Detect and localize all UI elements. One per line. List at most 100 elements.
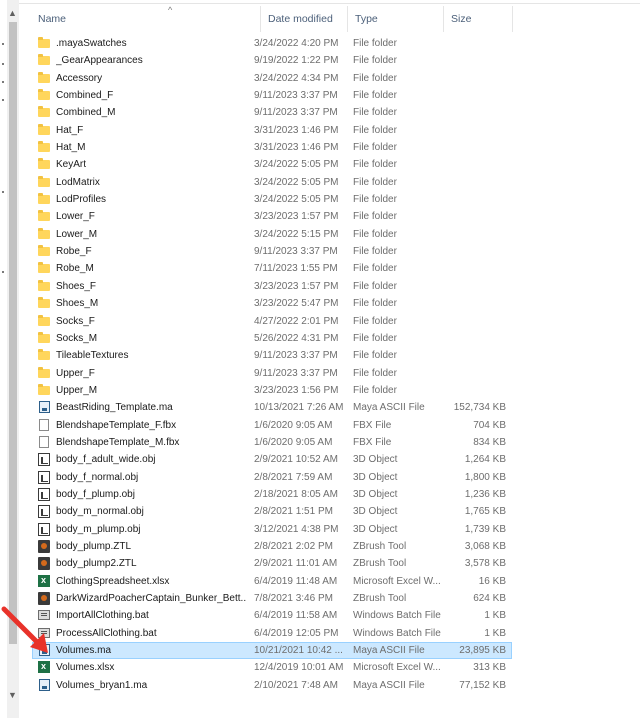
file-row[interactable]: KeyArt 3/24/2022 5:05 PM File folder	[32, 156, 512, 173]
file-row[interactable]: Combined_F 9/11/2023 3:37 PM File folder	[32, 87, 512, 104]
file-type: File folder	[353, 194, 397, 206]
file-row[interactable]: LodMatrix 3/24/2022 5:05 PM File folder	[32, 174, 512, 191]
file-type: 3D Object	[353, 454, 398, 466]
file-row[interactable]: body_f_adult_wide.obj 2/9/2021 10:52 AM 3D…	[32, 451, 512, 468]
folder-icon	[38, 158, 52, 171]
file-row[interactable]: ClothingSpreadsheet.xlsx 6/4/2019 11:48 A…	[32, 573, 512, 590]
file-row[interactable]: Upper_M 3/23/2023 1:56 PM File folder	[32, 382, 512, 399]
file-name: Accessory	[56, 72, 103, 84]
file-row[interactable]: body_m_normal.obj 2/8/2021 1:51 PM 3D Obje…	[32, 503, 512, 520]
column-header-name[interactable]: Name ^	[32, 5, 261, 32]
folder-icon	[38, 37, 52, 50]
zbrush-file-icon	[38, 557, 52, 571]
column-header-date-modified[interactable]: Date modified	[262, 6, 348, 32]
file-type: File folder	[353, 124, 397, 136]
file-type: ZBrush Tool	[353, 540, 407, 552]
file-type: 3D Object	[353, 471, 398, 483]
folder-icon	[38, 331, 52, 345]
column-header-type-label: Type	[355, 13, 378, 25]
file-date-modified: 4/27/2022 2:01 PM	[254, 315, 339, 327]
file-date-modified: 12/4/2019 10:01 AM	[254, 662, 344, 674]
file-row[interactable]: BeastRiding_Template.ma 10/13/2021 7:26 A…	[32, 399, 512, 416]
column-header-date-label: Date modified	[268, 13, 333, 25]
header-top-border	[19, 3, 640, 4]
3d-object-icon	[38, 522, 52, 536]
file-row[interactable]: body_plump2.ZTL 2/9/2021 11:01 AM ZBrush T…	[32, 555, 512, 572]
file-row[interactable]: body_m_plump.obj 3/12/2021 4:38 PM 3D Obje…	[32, 521, 512, 538]
file-row[interactable]: TileableTextures 9/11/2023 3:37 PM File fo…	[32, 347, 512, 364]
file-row[interactable]: Accessory 3/24/2022 4:34 PM File folder	[32, 70, 512, 87]
file-row[interactable]: ProcessAllClothing.bat 6/4/2019 12:05 PM W…	[32, 625, 512, 642]
column-header-size[interactable]: Size	[445, 6, 513, 32]
file-row[interactable]: Volumes.xlsx 12/4/2019 10:01 AM Microsoft …	[32, 659, 512, 676]
file-row[interactable]: Volumes.ma 10/21/2021 10:42 ... Maya ASCII…	[32, 642, 512, 660]
file-row[interactable]: Robe_F 9/11/2023 3:37 PM File folder	[32, 243, 512, 260]
file-row[interactable]: _GearAppearances 9/19/2022 1:22 PM File fo…	[32, 52, 512, 69]
file-size: 834 KB	[473, 436, 506, 448]
file-date-modified: 3/24/2022 5:05 PM	[254, 194, 339, 206]
file-row[interactable]: Volumes_bryan1.ma 2/10/2021 7:48 AM Maya A…	[32, 677, 512, 694]
file-row[interactable]: Upper_F 9/11/2023 3:37 PM File folder	[32, 365, 512, 382]
file-date-modified: 6/4/2019 11:48 AM	[254, 575, 338, 587]
file-size: 624 KB	[473, 593, 506, 604]
fbx-file-icon	[38, 418, 52, 432]
file-row[interactable]: Lower_M 3/24/2022 5:15 PM File folder	[32, 226, 512, 243]
file-type: File folder	[353, 55, 397, 67]
folder-icon	[38, 71, 52, 85]
file-date-modified: 2/18/2021 8:05 AM	[254, 488, 338, 500]
file-date-modified: 3/31/2023 1:46 PM	[254, 124, 339, 136]
file-type: Windows Batch File	[353, 627, 441, 639]
file-date-modified: 3/23/2023 1:57 PM	[254, 280, 339, 292]
folder-icon	[38, 193, 52, 206]
file-type: File folder	[353, 90, 397, 102]
file-name: body_f_normal.obj	[56, 471, 139, 483]
file-row[interactable]: body_f_plump.obj 2/18/2021 8:05 AM 3D Obje…	[32, 486, 512, 503]
file-size: 3,578 KB	[464, 558, 506, 570]
file-row[interactable]: ImportAllClothing.bat 6/4/2019 11:58 AM Wi…	[32, 607, 512, 624]
column-header-type[interactable]: Type	[349, 6, 444, 32]
file-date-modified: 5/26/2022 4:31 PM	[254, 332, 339, 344]
file-row[interactable]: BlendshapeTemplate_F.fbx 1/6/2020 9:05 AM…	[32, 417, 512, 434]
fbx-file-icon	[38, 435, 52, 449]
file-name: Lower_M	[56, 228, 98, 240]
scroll-up-arrow-icon[interactable]: ▲	[8, 8, 17, 18]
file-type: File folder	[353, 107, 397, 119]
file-row[interactable]: Shoes_F 3/23/2023 1:57 PM File folder	[32, 278, 512, 295]
file-row[interactable]: Shoes_M 3/23/2022 5:47 PM File folder	[32, 295, 512, 312]
file-row[interactable]: LodProfiles 3/24/2022 5:05 PM File folder	[32, 191, 512, 208]
file-date-modified: 2/9/2021 10:52 AM	[254, 454, 338, 466]
file-type: File folder	[353, 263, 397, 275]
file-type: 3D Object	[353, 506, 398, 518]
scroll-down-arrow-icon[interactable]: ▼	[8, 690, 17, 700]
file-type: FBX File	[353, 419, 392, 431]
file-row[interactable]: .mayaSwatches 3/24/2022 4:20 PM File folde…	[32, 35, 512, 52]
folder-icon	[38, 54, 52, 67]
file-size: 1,765 KB	[464, 506, 506, 518]
file-row[interactable]: Lower_F 3/23/2023 1:57 PM File folder	[32, 208, 512, 225]
file-name: ClothingSpreadsheet.xlsx	[56, 575, 170, 587]
file-type: File folder	[353, 211, 397, 223]
file-row[interactable]: DarkWizardPoacherCaptain_Bunker_Bett... 7…	[32, 590, 512, 607]
file-name: Combined_M	[56, 107, 116, 119]
file-row[interactable]: body_f_normal.obj 2/8/2021 7:59 AM 3D Obje…	[32, 469, 512, 486]
file-row[interactable]: Hat_M 3/31/2023 1:46 PM File folder	[32, 139, 512, 156]
file-row[interactable]: Socks_F 4/27/2022 2:01 PM File folder	[32, 313, 512, 330]
file-type: File folder	[353, 367, 397, 379]
file-date-modified: 6/4/2019 12:05 PM	[254, 627, 339, 639]
file-type: File folder	[353, 38, 397, 49]
file-date-modified: 3/24/2022 5:05 PM	[254, 159, 339, 171]
file-row[interactable]: body_plump.ZTL 2/8/2021 2:02 PM ZBrush Too…	[32, 538, 512, 555]
file-size: 1,800 KB	[464, 471, 506, 483]
file-name: body_m_normal.obj	[56, 506, 144, 518]
folder-icon	[38, 349, 52, 362]
maya-file-icon	[38, 401, 52, 414]
file-row[interactable]: Hat_F 3/31/2023 1:46 PM File folder	[32, 122, 512, 139]
file-row[interactable]: BlendshapeTemplate_M.fbx 1/6/2020 9:05 AM…	[32, 434, 512, 451]
folder-icon	[38, 297, 52, 310]
file-row[interactable]: Combined_M 9/11/2023 3:37 PM File folder	[32, 104, 512, 121]
file-name: Volumes_bryan1.ma	[56, 679, 148, 691]
file-row[interactable]: Robe_M 7/11/2023 1:55 PM File folder	[32, 260, 512, 277]
file-name: Robe_F	[56, 246, 92, 258]
file-row[interactable]: Socks_M 5/26/2022 4:31 PM File folder	[32, 330, 512, 347]
scrollbar-thumb[interactable]	[9, 22, 17, 644]
